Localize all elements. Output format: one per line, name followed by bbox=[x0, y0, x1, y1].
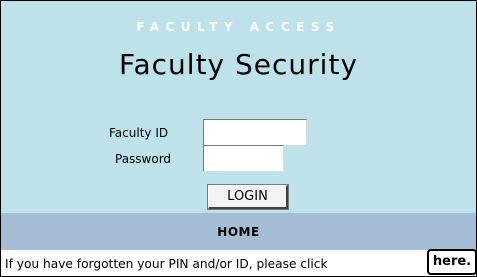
password-label: Password bbox=[115, 152, 172, 166]
faculty-id-input[interactable] bbox=[203, 119, 307, 146]
page-title: Faculty Security bbox=[118, 48, 359, 81]
faculty-id-label: Faculty ID bbox=[109, 126, 169, 140]
faculty-login-window: FACULTY ACCESS Faculty Security Faculty … bbox=[0, 0, 477, 277]
forgot-credentials-text: If you have forgotten your PIN and/or ID… bbox=[5, 257, 328, 271]
nav-bar: HOME bbox=[1, 213, 476, 250]
forgot-credentials-link[interactable]: here. bbox=[427, 249, 477, 275]
login-panel: FACULTY ACCESS Faculty Security Faculty … bbox=[1, 1, 476, 213]
login-button[interactable]: LOGIN bbox=[208, 185, 288, 209]
home-link[interactable]: HOME bbox=[1, 225, 476, 239]
faculty-access-banner: FACULTY ACCESS bbox=[136, 20, 341, 34]
password-input[interactable] bbox=[203, 145, 284, 172]
